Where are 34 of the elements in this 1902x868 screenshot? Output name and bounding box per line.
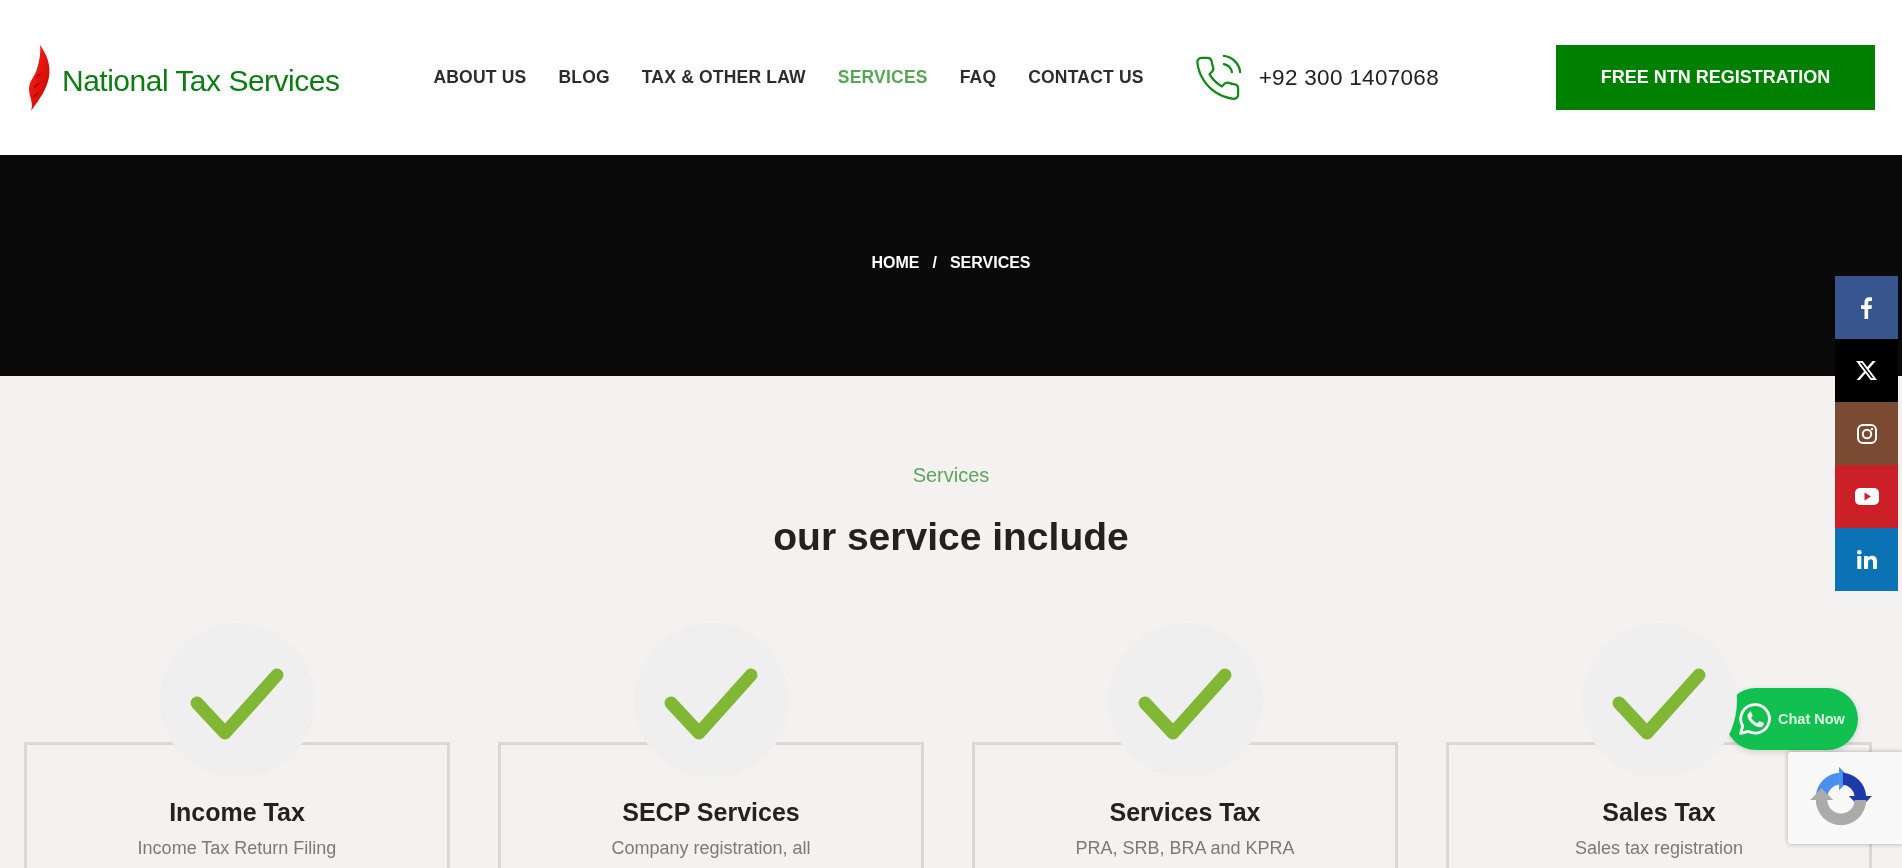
linkedin-link[interactable]	[1835, 528, 1898, 591]
card-title: SECP Services	[622, 797, 800, 827]
card-description: Company registration, all	[611, 837, 811, 859]
nav-link[interactable]: ABOUT US	[433, 67, 527, 88]
facebook-icon	[1861, 296, 1872, 319]
x-logo-icon	[1855, 361, 1878, 380]
breadcrumb-current: SERVICES	[949, 253, 1031, 272]
registration-button[interactable]: FREE NTN REGISTRATION	[1556, 45, 1875, 110]
card-description: Income Tax Return Filing	[137, 837, 337, 859]
phone-icon	[1193, 53, 1242, 102]
youtube-icon	[1854, 488, 1879, 505]
section-heading: our service include	[773, 514, 1129, 560]
youtube-link[interactable]	[1835, 465, 1898, 528]
logo-text[interactable]: National Tax Services	[62, 63, 340, 98]
whatsapp-icon	[1738, 702, 1772, 736]
linkedin-icon	[1856, 550, 1877, 569]
nav-link[interactable]: FAQ	[959, 67, 997, 88]
nav-link[interactable]: TAX & OTHER LAW	[641, 67, 806, 88]
nav-link[interactable]: CONTACT US	[1028, 67, 1144, 88]
breadcrumb-link[interactable]: HOME	[871, 253, 920, 272]
section-eyebrow: Services	[912, 463, 990, 487]
instagram-icon	[1856, 423, 1877, 444]
card-description: Sales tax registration	[1574, 837, 1744, 859]
x-link[interactable]	[1835, 339, 1898, 402]
nav-link[interactable]: BLOG	[558, 67, 610, 88]
instagram-link[interactable]	[1835, 402, 1898, 465]
phone-number[interactable]: +92 300 1407068	[1258, 64, 1439, 91]
feather-icon	[28, 44, 52, 111]
breadcrumb-separator: /	[932, 253, 937, 272]
card-title: Sales Tax	[1602, 797, 1716, 827]
card-title: Income Tax	[169, 797, 305, 827]
card-description: PRA, SRB, BRA and KPRA	[1075, 837, 1295, 859]
card-title: Services Tax	[1109, 797, 1261, 827]
facebook-link[interactable]	[1835, 276, 1898, 339]
